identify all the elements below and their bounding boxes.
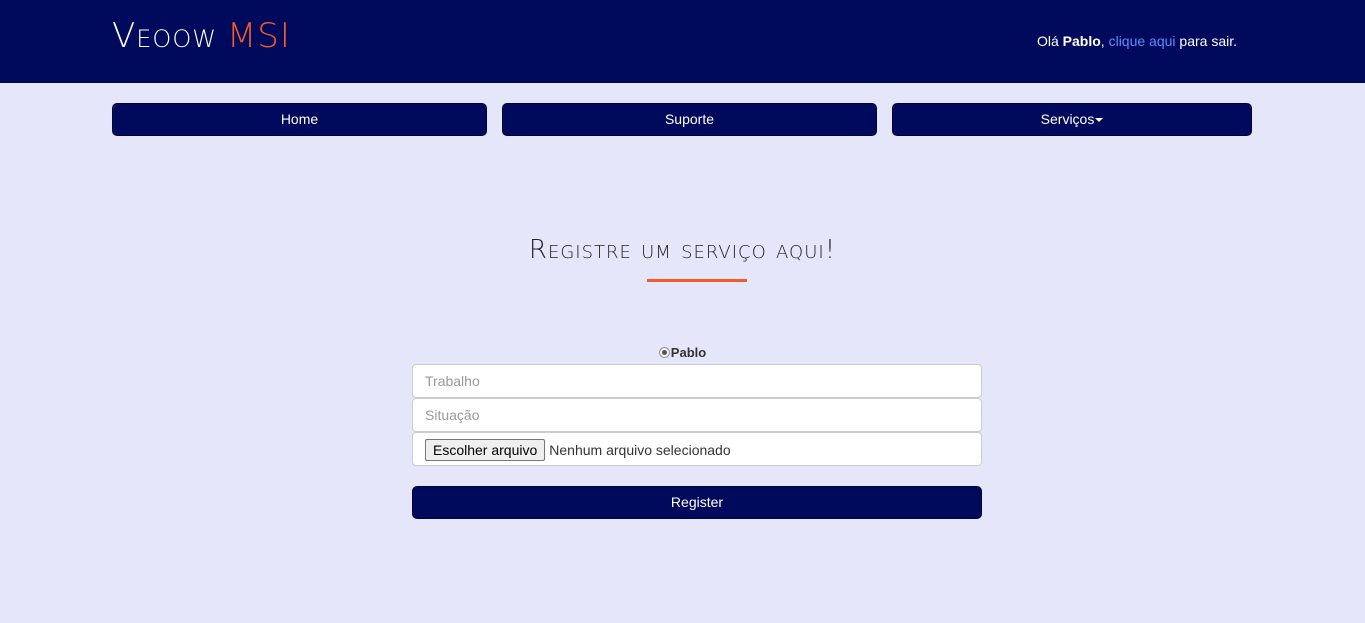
register-label: Register [670, 494, 724, 510]
status-input[interactable] [412, 398, 982, 432]
user-greeting: Olá Pablo, clique aqui para sair. [1037, 32, 1237, 50]
nav-support-label: Suporte [664, 111, 715, 127]
brand-logo[interactable]: Veoow MSI [112, 14, 291, 58]
top-header: Veoow MSI Olá Pablo, clique aqui para sai… [0, 0, 1365, 83]
job-input[interactable] [412, 364, 982, 398]
logout-link[interactable]: clique aqui [1109, 33, 1176, 49]
brand-accent: MSI [226, 16, 291, 56]
user-name: Pablo [1062, 33, 1101, 49]
nav-home-button[interactable]: Home [112, 103, 487, 136]
title-underline [647, 279, 747, 282]
page-title: Registre um serviço aqui! [528, 235, 837, 265]
greeting-comma: , [1100, 33, 1109, 49]
choose-file-button[interactable]: Escolher arquivo [425, 439, 546, 461]
register-button[interactable]: Register [412, 486, 982, 519]
file-upload-field[interactable]: Escolher arquivo Nenhum arquivo seleciona… [412, 432, 982, 466]
radio-icon[interactable] [658, 347, 670, 358]
file-status-text: Nenhum arquivo selecionado [549, 442, 731, 458]
nav-home-label: Home [280, 111, 319, 127]
greeting-suffix: para sair. [1175, 33, 1237, 49]
brand-main: Veoow [112, 16, 217, 56]
nav-services-label: Serviços [1040, 111, 1095, 127]
user-radio-option[interactable]: Pablo [0, 345, 1365, 360]
radio-label: Pablo [670, 345, 707, 360]
caret-down-icon [1095, 118, 1104, 123]
greeting-prefix: Olá [1036, 33, 1063, 49]
nav-services-dropdown[interactable]: Serviços [892, 103, 1252, 136]
nav-support-button[interactable]: Suporte [502, 103, 877, 136]
